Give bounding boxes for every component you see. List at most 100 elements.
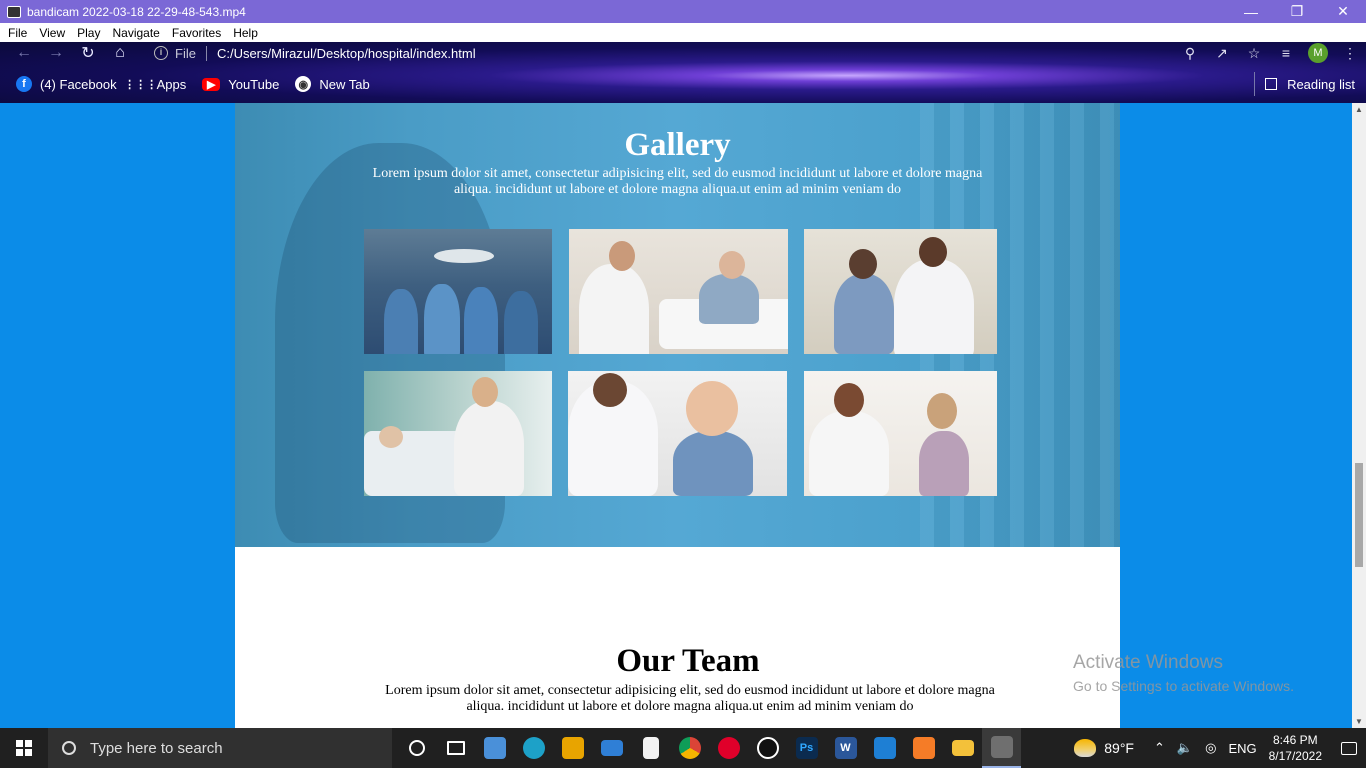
menu-file[interactable]: File	[2, 26, 33, 40]
back-icon[interactable]: ←	[8, 42, 40, 64]
taskbar-clock[interactable]: 8:46 PM 8/17/2022	[1269, 732, 1322, 764]
menu-view[interactable]: View	[33, 26, 71, 40]
bookmark-label: YouTube	[228, 76, 280, 92]
home-icon[interactable]: ⌂	[104, 42, 136, 64]
scroll-down-icon[interactable]: ▼	[1355, 717, 1363, 726]
start-button[interactable]	[0, 728, 48, 768]
close-button[interactable]: ✕	[1320, 0, 1366, 23]
reload-icon[interactable]: ↻	[72, 42, 104, 64]
language-indicator[interactable]: ENG	[1228, 741, 1256, 756]
clock-time: 8:46 PM	[1272, 733, 1318, 747]
activate-windows-watermark: Activate Windows Go to Settings to activ…	[1073, 652, 1294, 694]
file-explorer-icon[interactable]	[943, 728, 982, 768]
url-text[interactable]: C:/Users/Mirazul/Desktop/hospital/index.…	[217, 46, 476, 61]
gallery-photo-nurse-patient	[364, 371, 552, 496]
network-globe-icon[interactable]: ◎	[1205, 740, 1216, 756]
team-heading: Our Team	[616, 643, 760, 679]
search-icon	[62, 741, 76, 755]
gallery-heading: Gallery	[624, 127, 731, 163]
edge-icon[interactable]	[514, 728, 553, 768]
player-menu-bar: File View Play Navigate Favorites Help	[0, 23, 1366, 42]
scroll-thumb[interactable]	[1355, 463, 1363, 567]
weather-widget[interactable]: 89°F	[1074, 739, 1134, 757]
recorder-icon[interactable]	[748, 728, 787, 768]
menu-help[interactable]: Help	[227, 26, 264, 40]
windows-taskbar: Type here to search Ps W 89°F ⌃ 🔈 ◎ ENG …	[0, 728, 1366, 768]
reading-list-button[interactable]: Reading list	[1254, 72, 1355, 96]
bookmark-label: (4) Facebook	[40, 76, 117, 92]
chrome-icon[interactable]	[670, 728, 709, 768]
team-section: Our Team Lorem ipsum dolor sit amet, con…	[235, 547, 1120, 728]
menu-play[interactable]: Play	[71, 26, 106, 40]
address-bar[interactable]: i File C:/Users/Mirazul/Desktop/hospital…	[145, 42, 1165, 64]
taskbar-apps: Ps W	[397, 728, 1021, 768]
zoom-icon[interactable]: ⚲	[1174, 45, 1206, 62]
youtube-icon: ▶	[202, 77, 221, 91]
watermark-subtitle: Go to Settings to activate Windows.	[1073, 678, 1294, 694]
facebook-icon: f	[16, 76, 32, 92]
globe-icon: ◉	[295, 76, 312, 92]
bookmark-star-icon[interactable]: ☆	[1238, 45, 1270, 62]
gallery-photo-doctor-toddler	[568, 371, 787, 496]
photoshop-icon[interactable]: Ps	[787, 728, 826, 768]
reading-list-label: Reading list	[1287, 76, 1355, 92]
window-title: bandicam 2022-03-18 22-29-48-543.mp4	[27, 4, 246, 19]
temperature: 89°F	[1104, 740, 1134, 756]
xampp-icon[interactable]	[904, 728, 943, 768]
menu-navigate[interactable]: Navigate	[106, 26, 165, 40]
video-player-icon[interactable]	[982, 728, 1021, 768]
opera-icon[interactable]	[709, 728, 748, 768]
browser-toolbar: ← → ↻ ⌂ i File C:/Users/Mirazul/Desktop/…	[0, 42, 1366, 64]
task-view-icon[interactable]	[436, 728, 475, 768]
watermark-title: Activate Windows	[1073, 652, 1223, 673]
info-icon[interactable]: i	[154, 46, 168, 60]
word-icon[interactable]: W	[826, 728, 865, 768]
notepad-icon[interactable]	[631, 728, 670, 768]
reading-list-icon	[1265, 78, 1278, 90]
toolbar-actions: ⚲ ↗ ☆ ≡ M ⋮	[1174, 42, 1366, 64]
profile-avatar[interactable]: M	[1308, 43, 1328, 63]
gallery-photo-doctor-child	[804, 229, 997, 354]
page-viewport[interactable]: Gallery Lorem ipsum dolor sit amet, cons…	[0, 103, 1352, 728]
page-scrollbar[interactable]: ▲ ▼	[1352, 103, 1366, 728]
gallery-description: Lorem ipsum dolor sit amet, consectetur …	[372, 166, 983, 197]
bookmark-apps[interactable]: ⋮⋮⋮ Apps	[124, 76, 187, 92]
restore-button[interactable]: ❐	[1274, 0, 1320, 23]
forward-icon[interactable]: →	[40, 42, 72, 64]
vscode-icon[interactable]	[865, 728, 904, 768]
taskbar-search[interactable]: Type here to search	[48, 728, 392, 768]
share-icon[interactable]: ↗	[1206, 45, 1238, 62]
player-title-bar: bandicam 2022-03-18 22-29-48-543.mp4 — ❐…	[0, 0, 1366, 23]
windows-logo-icon	[16, 740, 32, 756]
gallery-photo-surgery	[364, 229, 552, 354]
search-placeholder: Type here to search	[90, 739, 223, 757]
apps-grid-icon: ⋮⋮⋮	[124, 78, 158, 91]
clock-date: 8/17/2022	[1268, 749, 1322, 763]
gallery-section: Gallery Lorem ipsum dolor sit amet, cons…	[235, 103, 1120, 547]
browser-chrome: ← → ↻ ⌂ i File C:/Users/Mirazul/Desktop/…	[0, 42, 1366, 103]
mail-icon[interactable]	[592, 728, 631, 768]
bookmark-new-tab[interactable]: ◉ New Tab	[295, 76, 370, 92]
scroll-up-icon[interactable]: ▲	[1355, 105, 1363, 114]
media-queue-icon[interactable]: ≡	[1270, 45, 1302, 61]
cortana-icon[interactable]	[397, 728, 436, 768]
bandicam-app-icon	[7, 5, 21, 18]
chevron-up-icon[interactable]: ⌃	[1154, 740, 1165, 756]
notification-center-icon[interactable]	[1332, 728, 1366, 768]
bookmark-label: Apps	[156, 76, 187, 92]
gallery-photo-doctor-girl	[804, 371, 997, 496]
network-app-icon[interactable]	[475, 728, 514, 768]
team-description: Lorem ipsum dolor sit amet, consectetur …	[385, 683, 995, 714]
bookmarks-bar: f (4) Facebook ⋮⋮⋮ Apps ▶ YouTube ◉ New …	[0, 72, 1366, 96]
minimize-button[interactable]: —	[1228, 0, 1274, 23]
partly-cloudy-icon	[1074, 739, 1097, 757]
bookmark-facebook[interactable]: f (4) Facebook	[16, 76, 117, 92]
speaker-icon[interactable]: 🔈	[1177, 740, 1193, 756]
menu-dots-icon[interactable]: ⋮	[1334, 45, 1366, 62]
store-icon[interactable]	[553, 728, 592, 768]
bookmark-youtube[interactable]: ▶ YouTube	[202, 77, 279, 92]
system-tray: 89°F ⌃ 🔈 ◎ ENG 8:46 PM 8/17/2022	[1074, 728, 1366, 768]
file-scheme-label: File	[175, 45, 207, 61]
bookmark-label: New Tab	[319, 76, 370, 92]
menu-favorites[interactable]: Favorites	[166, 26, 227, 40]
